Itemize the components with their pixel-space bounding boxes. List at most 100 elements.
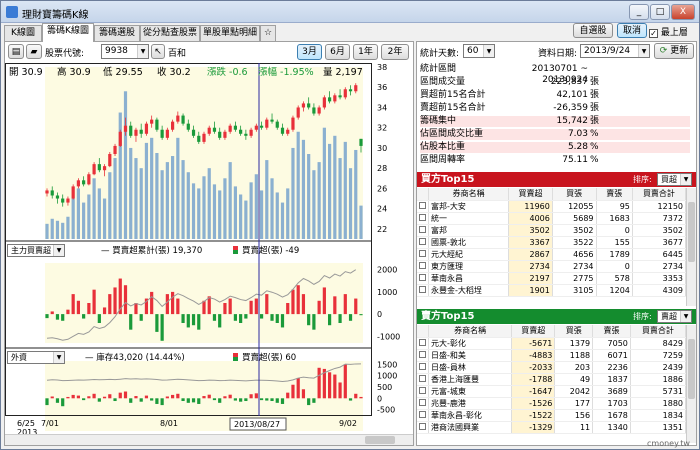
stock-code-input[interactable]: 9938 ▼ (101, 44, 149, 59)
scrollbar-thumb[interactable] (365, 436, 395, 444)
table-row[interactable]: 華南永昌-彰化 -1522 156 1678 1834 (417, 409, 687, 422)
checkbox-icon[interactable] (419, 201, 426, 209)
chevron-down-icon[interactable]: ▼ (680, 174, 691, 185)
checkbox-checked-icon[interactable]: ✓ (649, 29, 658, 38)
row-checkbox[interactable] (417, 248, 429, 261)
chevron-down-icon[interactable]: ▼ (483, 45, 494, 57)
row-checkbox[interactable] (417, 361, 429, 374)
table-row[interactable]: 元大-彰化 -5671 1379 7050 8429 (417, 337, 687, 350)
cursor-icon[interactable]: ↖ (151, 44, 165, 59)
table-row[interactable]: 富邦-大安 11960 12055 95 12150 (417, 200, 687, 213)
checkbox-icon[interactable] (419, 285, 426, 293)
chevron-down-icon[interactable]: ▼ (137, 45, 148, 58)
table-row[interactable]: 港商法國興業 -1329 11 1340 1351 (417, 421, 687, 434)
column-header[interactable]: 買張 (554, 325, 594, 338)
checkbox-icon[interactable] (419, 362, 426, 370)
chevron-down-icon[interactable]: ▼ (638, 45, 649, 57)
tab-chip-kline[interactable]: 籌碼K線圖 (42, 23, 94, 42)
checkbox-icon[interactable] (419, 249, 426, 257)
checkbox-icon[interactable] (419, 410, 426, 418)
row-checkbox[interactable] (417, 284, 429, 297)
row-checkbox[interactable] (417, 373, 429, 386)
checkbox-icon[interactable] (419, 338, 426, 346)
tab-add-icon[interactable]: ☆ (260, 25, 276, 41)
buy-sort-select[interactable]: 買超 ▼ (657, 173, 692, 186)
column-header[interactable]: 買賣合計 (632, 188, 687, 201)
table-row[interactable]: 元富-城東 -1647 2042 3689 5731 (417, 385, 687, 398)
close-window-button[interactable]: X (671, 4, 695, 20)
row-checkbox[interactable] (417, 409, 429, 422)
table-row[interactable]: 國票-敦北 3367 3522 155 3677 (417, 236, 687, 249)
checkbox-icon[interactable] (419, 213, 426, 221)
table-row[interactable]: 東方匯理 2734 2734 0 2734 (417, 260, 687, 273)
checkbox-icon[interactable] (419, 350, 426, 358)
column-header[interactable]: 券商名稱 (428, 188, 510, 201)
sell-sort-select[interactable]: 賣超 ▼ (657, 310, 692, 323)
chip-kline-chart[interactable]: 38 36 34 32 30 28 26 24 22 2000 1000 0 -1000 1500 1000… (5, 63, 413, 438)
row-checkbox[interactable] (417, 260, 429, 273)
column-header[interactable]: 買賣合計 (630, 325, 687, 338)
table-row[interactable]: 華南永昌 2197 2775 578 3353 (417, 272, 687, 285)
row-checkbox[interactable] (417, 349, 429, 362)
table-row[interactable]: 日盛-和美 -4883 1188 6071 7259 (417, 349, 687, 362)
checkbox-icon[interactable] (419, 273, 426, 281)
cancel-button[interactable]: 取消 (617, 23, 647, 38)
range-3m-button[interactable]: 3月 (297, 44, 322, 60)
row-checkbox[interactable] (417, 200, 429, 213)
new-icon[interactable]: ▤ (8, 44, 24, 59)
checkbox-icon[interactable] (419, 398, 426, 406)
table-row[interactable]: 香港上海匯豐 -1788 49 1837 1886 (417, 373, 687, 386)
chevron-down-icon[interactable]: ▼ (53, 245, 64, 256)
date-picker[interactable]: 2013/9/24 ▼ (580, 44, 650, 58)
column-header[interactable]: 賣張 (596, 188, 633, 201)
table-row[interactable]: 富邦 3502 3502 0 3502 (417, 224, 687, 237)
table-row[interactable]: 統一 4006 5689 1683 7372 (417, 212, 687, 225)
row-checkbox[interactable] (417, 236, 429, 249)
column-header[interactable]: 買賣超 (508, 188, 553, 201)
row-checkbox[interactable] (417, 385, 429, 398)
horizontal-scrollbar[interactable] (5, 434, 413, 445)
checkbox-icon[interactable] (419, 261, 426, 269)
range-1y-button[interactable]: 1年 (353, 44, 378, 60)
mid-panel-select[interactable]: 主力買賣超 ▼ (7, 244, 65, 257)
folder-icon[interactable]: ▰ (26, 44, 42, 59)
tab-single-detail[interactable]: 單股單點明細 (200, 25, 260, 41)
tab-kline[interactable]: K線圖 (4, 25, 42, 41)
range-6m-button[interactable]: 6月 (325, 44, 350, 60)
row-checkbox[interactable] (417, 224, 429, 237)
chevron-down-icon[interactable]: ▼ (680, 311, 691, 322)
row-checkbox[interactable] (417, 397, 429, 410)
refresh-button[interactable]: ⟳ 更新 (654, 43, 694, 59)
tab-branch-query[interactable]: 從分點查股票 (140, 25, 200, 41)
sell-table-scrollbar[interactable] (686, 325, 696, 443)
column-header[interactable]: 賣張 (592, 325, 631, 338)
chevron-down-icon[interactable]: ▼ (53, 352, 64, 363)
row-checkbox[interactable] (417, 212, 429, 225)
days-select[interactable]: 60 ▼ (463, 44, 495, 58)
table-row[interactable]: 元大經紀 2867 4656 1789 6445 (417, 248, 687, 261)
always-on-top-toggle[interactable]: ✓ 最上層 (649, 25, 688, 38)
column-header[interactable]: 券商名稱 (428, 325, 513, 338)
scrollbar-thumb[interactable] (688, 202, 695, 262)
pick-stock-button[interactable]: 自選股 (573, 23, 613, 38)
tab-chip-screen[interactable]: 籌碼選股 (94, 25, 140, 41)
checkbox-icon[interactable] (419, 386, 426, 394)
table-row[interactable]: 日盛-員林 -2033 203 2236 2439 (417, 361, 687, 374)
buy-table-scrollbar[interactable] (686, 188, 696, 306)
scrollbar-thumb[interactable] (688, 339, 695, 399)
column-header[interactable]: 買賣超 (511, 325, 556, 338)
row-checkbox[interactable] (417, 337, 429, 350)
row-checkbox[interactable] (417, 421, 429, 434)
range-2y-button[interactable]: 2年 (381, 44, 409, 60)
maximize-button[interactable]: □ (650, 4, 670, 20)
row-checkbox[interactable] (417, 272, 429, 285)
checkbox-icon[interactable] (419, 237, 426, 245)
table-row[interactable]: 兆豐-鹿港 -1526 177 1703 1880 (417, 397, 687, 410)
checkbox-icon[interactable] (419, 422, 426, 430)
minimize-button[interactable]: _ (629, 4, 649, 20)
bot-panel-select[interactable]: 外資 ▼ (7, 351, 65, 364)
table-row[interactable]: 永豐金-大稻埕 1901 3105 1204 4309 (417, 284, 687, 297)
checkbox-icon[interactable] (419, 374, 426, 382)
checkbox-icon[interactable] (419, 225, 426, 233)
column-header[interactable]: 買張 (552, 188, 597, 201)
